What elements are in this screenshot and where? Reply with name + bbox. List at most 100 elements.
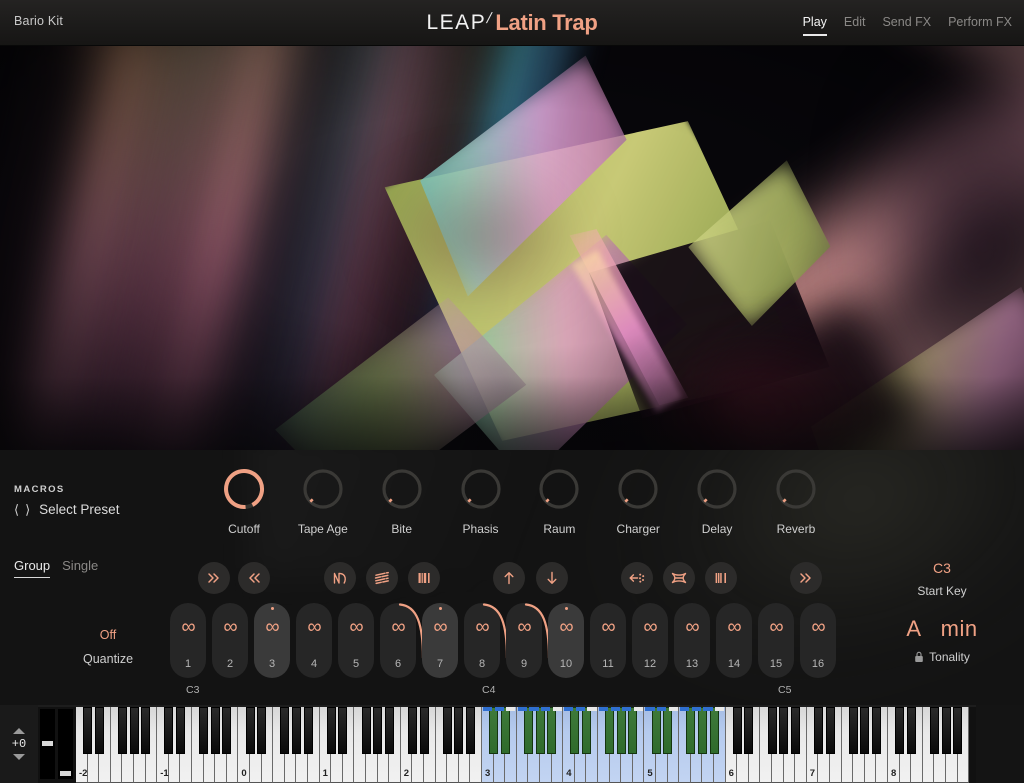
piano-black-key[interactable] [651, 707, 661, 754]
step-cell[interactable]: ∞ 1 [170, 603, 206, 678]
macro-knob-phasis[interactable]: Phasis [447, 466, 515, 546]
knob-dial-phasis[interactable] [458, 466, 504, 512]
step-cell[interactable]: ∞ 10 [548, 603, 584, 678]
macro-knob-raum[interactable]: Raum [525, 466, 593, 546]
knob-dial-reverb[interactable] [773, 466, 819, 512]
piano-black-key[interactable] [280, 707, 290, 754]
piano-black-key[interactable] [442, 707, 452, 754]
shift-left-button[interactable] [238, 562, 270, 594]
piano-black-key[interactable] [199, 707, 209, 754]
macro-knob-bite[interactable]: Bite [368, 466, 436, 546]
macro-knob-delay[interactable]: Delay [683, 466, 751, 546]
nav-tab-send-fx[interactable]: Send FX [882, 15, 931, 32]
piano-black-key[interactable] [906, 707, 916, 754]
step-cell[interactable]: ∞ 4 [296, 603, 332, 678]
piano-black-key[interactable] [581, 707, 591, 754]
piano-black-key[interactable] [547, 707, 557, 754]
piano-black-key[interactable] [628, 707, 638, 754]
piano-black-key[interactable] [454, 707, 464, 754]
piano-black-key[interactable] [663, 707, 673, 754]
piano-black-key[interactable] [94, 707, 104, 754]
piano-black-key[interactable] [83, 707, 93, 754]
step-cell[interactable]: ∞ 13 [674, 603, 710, 678]
piano-black-key[interactable] [860, 707, 870, 754]
start-key-value[interactable]: C3 [860, 560, 1024, 576]
piano-black-key[interactable] [373, 707, 383, 754]
randomize-button[interactable] [621, 562, 653, 594]
mod-wheel[interactable] [58, 709, 73, 779]
step-cell[interactable]: ∞ 6 [380, 603, 425, 678]
piano-black-key[interactable] [953, 707, 963, 754]
step-cell[interactable]: ∞ 12 [632, 603, 668, 678]
knob-dial-bite[interactable] [379, 466, 425, 512]
piano-black-key[interactable] [129, 707, 139, 754]
piano-black-key[interactable] [361, 707, 371, 754]
piano-black-key[interactable] [535, 707, 545, 754]
nav-tab-play[interactable]: Play [802, 15, 828, 36]
mirror-button[interactable] [663, 562, 695, 594]
piano-black-key[interactable] [848, 707, 858, 754]
piano-black-key[interactable] [175, 707, 185, 754]
step-cell[interactable]: ∞ 15 [758, 603, 794, 678]
step-cell[interactable]: ∞ 11 [590, 603, 626, 678]
piano-black-key[interactable] [117, 707, 127, 754]
knob-dial-tape-age[interactable] [300, 466, 346, 512]
piano-black-key[interactable] [616, 707, 626, 754]
chevron-right-icon[interactable]: ⟩ [25, 503, 30, 516]
piano-black-key[interactable] [419, 707, 429, 754]
piano-black-key[interactable] [338, 707, 348, 754]
piano-black-key[interactable] [825, 707, 835, 754]
piano-black-key[interactable] [257, 707, 267, 754]
piano-black-key[interactable] [384, 707, 394, 754]
macro-knob-reverb[interactable]: Reverb [762, 466, 830, 546]
tab-single[interactable]: Single [62, 558, 98, 576]
tonality-row[interactable]: Tonality [860, 650, 1024, 664]
macro-knob-charger[interactable]: Charger [604, 466, 672, 546]
knob-dial-charger[interactable] [615, 466, 661, 512]
nav-tab-perform-fx[interactable]: Perform FX [948, 15, 1012, 32]
macro-knob-tape-age[interactable]: Tape Age [289, 466, 357, 546]
piano-black-key[interactable] [500, 707, 510, 754]
piano-black-key[interactable] [779, 707, 789, 754]
tab-group[interactable]: Group [14, 558, 51, 578]
piano-black-key[interactable] [941, 707, 951, 754]
piano-black-key[interactable] [790, 707, 800, 754]
piano-black-key[interactable] [697, 707, 707, 754]
step-cell[interactable]: ∞ 3 [254, 603, 290, 678]
octave-shift-control[interactable]: +0 [0, 705, 38, 783]
nav-tab-edit[interactable]: Edit [844, 15, 866, 32]
piano-black-key[interactable] [291, 707, 301, 754]
triangle-up-icon[interactable] [13, 728, 25, 734]
piano-black-key[interactable] [164, 707, 174, 754]
piano-black-key[interactable] [709, 707, 719, 754]
piano-black-key[interactable] [210, 707, 220, 754]
step-cell[interactable]: ∞ 7 [422, 603, 458, 678]
step-cell[interactable]: ∞ 9 [506, 603, 551, 678]
quantize-control[interactable]: Off Quantize [60, 628, 156, 666]
step-cell[interactable]: ∞ 2 [212, 603, 248, 678]
piano-black-key[interactable] [929, 707, 939, 754]
chevron-left-icon[interactable]: ⟨ [14, 503, 19, 516]
lock-icon[interactable] [914, 651, 924, 663]
piano-black-key[interactable] [871, 707, 881, 754]
piano-black-key[interactable] [686, 707, 696, 754]
piano-black-key[interactable] [813, 707, 823, 754]
piano-black-key[interactable] [303, 707, 313, 754]
step-cell[interactable]: ∞ 14 [716, 603, 752, 678]
piano-black-key[interactable] [767, 707, 777, 754]
piano-black-key[interactable] [326, 707, 336, 754]
knob-dial-delay[interactable] [694, 466, 740, 512]
pattern-bars-button[interactable] [705, 562, 737, 594]
knob-dial-raum[interactable] [536, 466, 582, 512]
piano-black-key[interactable] [489, 707, 499, 754]
piano-black-key[interactable] [570, 707, 580, 754]
transpose-down-button[interactable] [536, 562, 568, 594]
layers-button[interactable] [366, 562, 398, 594]
piano-black-key[interactable] [732, 707, 742, 754]
piano-black-key[interactable] [141, 707, 151, 754]
step-cell[interactable]: ∞ 5 [338, 603, 374, 678]
quantize-value[interactable]: Off [60, 628, 156, 642]
piano-black-key[interactable] [523, 707, 533, 754]
step-cell[interactable]: ∞ 16 [800, 603, 836, 678]
macro-knob-cutoff[interactable]: Cutoff [210, 466, 278, 546]
